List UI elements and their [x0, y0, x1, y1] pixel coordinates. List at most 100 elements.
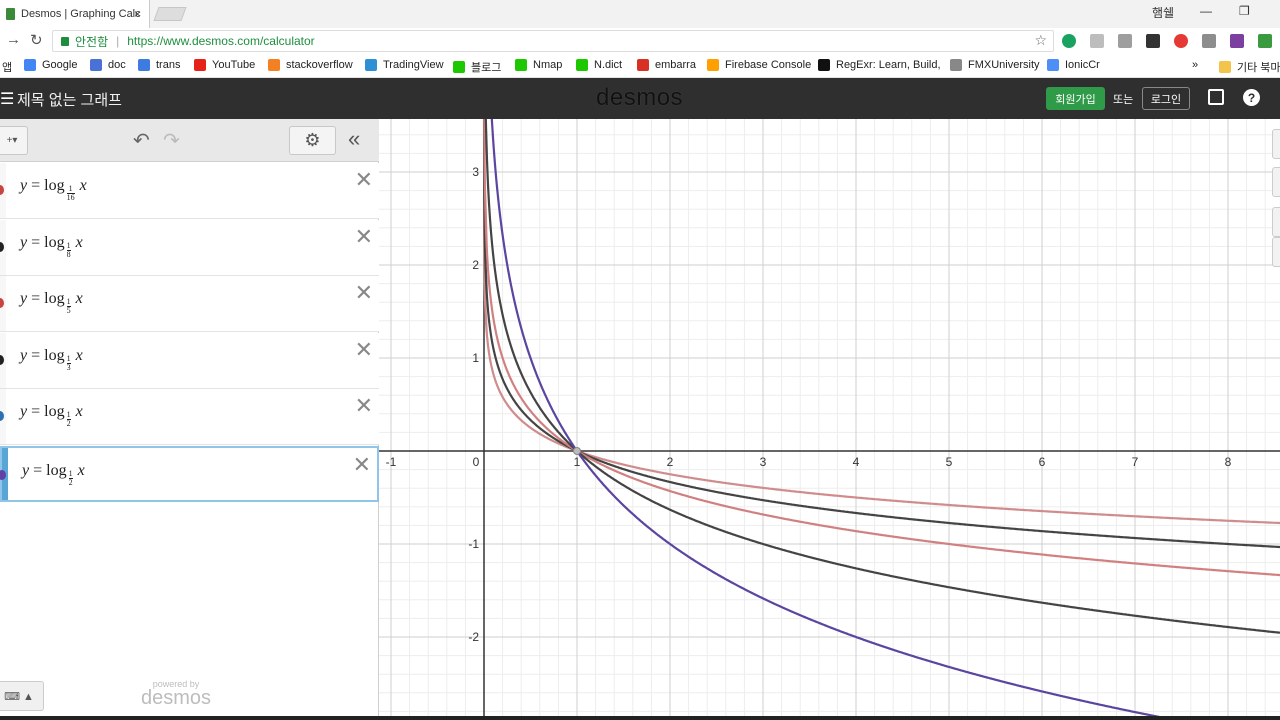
address-bar[interactable]: 안전함 | https://www.desmos.com/calculator … [52, 30, 1054, 52]
bookmark-item[interactable]: N.dict [576, 59, 622, 71]
graph-svg[interactable]: -1 0 1 2 3 4 5 6 7 8 3 2 1 -1 -2 [379, 119, 1280, 720]
signup-button[interactable]: 회원가입 [1046, 87, 1105, 110]
add-item-button[interactable]: +▾ [0, 126, 28, 155]
url-path: /calculator [259, 34, 315, 48]
delete-expression-icon[interactable]: ✕ [355, 280, 373, 306]
collapse-panel-icon[interactable]: « [348, 126, 360, 152]
expression-color-dot[interactable] [0, 469, 6, 480]
expression-toolbar: +▾ ↶ ↷ ⚙ « [0, 119, 379, 162]
expression-function: log [46, 461, 67, 479]
expression-row[interactable]: y = log 1 3 x ✕ [0, 332, 379, 389]
expression-row[interactable]: y = log 1 8 x ✕ [0, 219, 379, 276]
bookmark-item[interactable]: TradingView [365, 59, 444, 71]
bookmark-item[interactable]: Firebase Console [707, 59, 811, 71]
bookmark-item[interactable]: 기타 북마 [1219, 59, 1280, 75]
graph-title[interactable]: 제목 없는 그래프 [17, 89, 122, 110]
extension-icon[interactable] [1146, 34, 1160, 48]
maximize-icon[interactable]: ❐ [1239, 4, 1250, 18]
grammarly-extension-icon[interactable] [1062, 34, 1076, 48]
bookmark-item[interactable]: » [1192, 59, 1198, 71]
fraction-denominator: 8 [66, 249, 71, 259]
bookmark-item[interactable]: 앱 [2, 59, 12, 75]
graph-canvas[interactable]: -1 0 1 2 3 4 5 6 7 8 3 2 1 -1 -2 [379, 119, 1280, 720]
bookmark-item[interactable]: Nmap [515, 59, 562, 71]
bookmark-label: N.dict [594, 59, 623, 71]
extension-icon[interactable] [1258, 34, 1272, 48]
bookmark-label: Nmap [533, 59, 563, 71]
bookmark-item[interactable]: doc [90, 59, 126, 71]
bookmark-item[interactable]: stackoverflow [268, 59, 353, 71]
bookmark-item[interactable]: Google [24, 59, 77, 71]
expression-row[interactable]: y = log 1 5 x ✕ [0, 276, 379, 332]
y-tick-label: -2 [468, 630, 479, 644]
fraction-numerator: 1 [66, 240, 71, 250]
settings-gear-icon[interactable]: ⚙ [289, 126, 336, 155]
bookmark-item[interactable]: embarra [637, 59, 696, 71]
fraction-numerator: 1 [68, 468, 73, 478]
desmos-header: ☰ 제목 없는 그래프 desmos 회원가입 또는 로그인 ? [0, 78, 1280, 119]
new-tab-button[interactable] [153, 7, 187, 21]
equals-sign: = [27, 346, 45, 364]
log-base-fraction: 12 [68, 468, 73, 487]
expression-math[interactable]: y = log 1 5 x [20, 290, 83, 315]
menu-icon[interactable]: ☰ [0, 89, 14, 109]
bookmark-item[interactable]: YouTube [194, 59, 255, 71]
fraction-denominator: 5 [66, 306, 71, 315]
onenote-extension-icon[interactable] [1230, 34, 1244, 48]
log-base-fraction: 15 [66, 298, 71, 315]
delete-expression-icon[interactable]: ✕ [355, 393, 373, 419]
delete-expression-icon[interactable]: ✕ [353, 452, 371, 478]
address-separator: | [116, 34, 120, 48]
bookmark-label: doc [108, 59, 126, 71]
default-view-button[interactable] [1272, 207, 1280, 237]
bookmark-item[interactable]: IonicCr [1047, 59, 1100, 71]
login-button[interactable]: 로그인 [1142, 87, 1190, 110]
function-curve [484, 119, 1280, 634]
forward-arrow-icon[interactable]: → [6, 31, 21, 48]
reload-icon[interactable]: ↻ [30, 31, 43, 49]
expression-math[interactable]: y = log 1 3 x [20, 347, 83, 372]
lock-icon [61, 36, 69, 46]
bookmark-item[interactable]: 블로그 [453, 59, 501, 75]
zoom-in-button[interactable] [1272, 129, 1280, 159]
intersection-point [573, 447, 581, 455]
keypad-toggle-button[interactable]: ⌨ ▲ [0, 681, 44, 711]
expression-function: log [44, 290, 65, 307]
home-view-button[interactable] [1272, 237, 1280, 267]
bookmark-label: 블로그 [471, 62, 502, 74]
y-tick-label: -1 [468, 537, 479, 551]
bookmarks-bar: 앱 Google doc trans YouTube stackoverflow Tradi… [0, 54, 1280, 78]
expression-row[interactable]: y = log 1 16 x ✕ [0, 163, 379, 219]
expression-math[interactable]: y = log 1 2 x [20, 403, 83, 428]
help-icon[interactable]: ? [1243, 89, 1260, 106]
delete-expression-icon[interactable]: ✕ [355, 337, 373, 363]
zoom-out-button[interactable] [1272, 167, 1280, 197]
delete-expression-icon[interactable]: ✕ [355, 224, 373, 250]
expression-math[interactable]: y = log 1 2 x [22, 462, 85, 487]
expression-math[interactable]: y = log 1 16 x [20, 177, 87, 202]
minimize-icon[interactable]: — [1200, 4, 1212, 18]
tab-close-icon[interactable]: × [134, 7, 141, 21]
expression-math[interactable]: y = log 1 8 x [20, 234, 83, 259]
opera-extension-icon[interactable] [1174, 34, 1188, 48]
delete-expression-icon[interactable]: ✕ [355, 167, 373, 193]
share-icon[interactable] [1208, 89, 1224, 105]
extension-icon[interactable] [1090, 34, 1104, 48]
bookmark-star-icon[interactable]: ☆ [1034, 32, 1047, 49]
undo-icon[interactable]: ↶ [133, 128, 150, 153]
browser-tab-desmos[interactable]: Desmos | Graphing Calc × [0, 0, 150, 28]
expression-row[interactable]: y = log 1 2 x ✕ [0, 389, 379, 445]
extension-icon[interactable] [1118, 34, 1132, 48]
screen-bottom-edge [0, 716, 1280, 720]
x-tick-label: 1 [574, 455, 581, 469]
bookmark-item[interactable]: trans [138, 59, 180, 71]
expression-function: log [44, 233, 65, 251]
bookmark-item[interactable]: RegExr: Learn, Build, [818, 59, 941, 71]
bookmark-item[interactable]: FMXUniversity [950, 59, 1040, 71]
profile-name[interactable]: 햄쉘 [1152, 4, 1174, 21]
redo-icon[interactable]: ↷ [163, 128, 180, 153]
camera-extension-icon[interactable] [1202, 34, 1216, 48]
bookmark-favicon-icon [1047, 59, 1059, 71]
fraction-denominator: 2 [66, 419, 71, 428]
expression-row[interactable]: y = log 1 2 x ✕ [0, 445, 379, 502]
